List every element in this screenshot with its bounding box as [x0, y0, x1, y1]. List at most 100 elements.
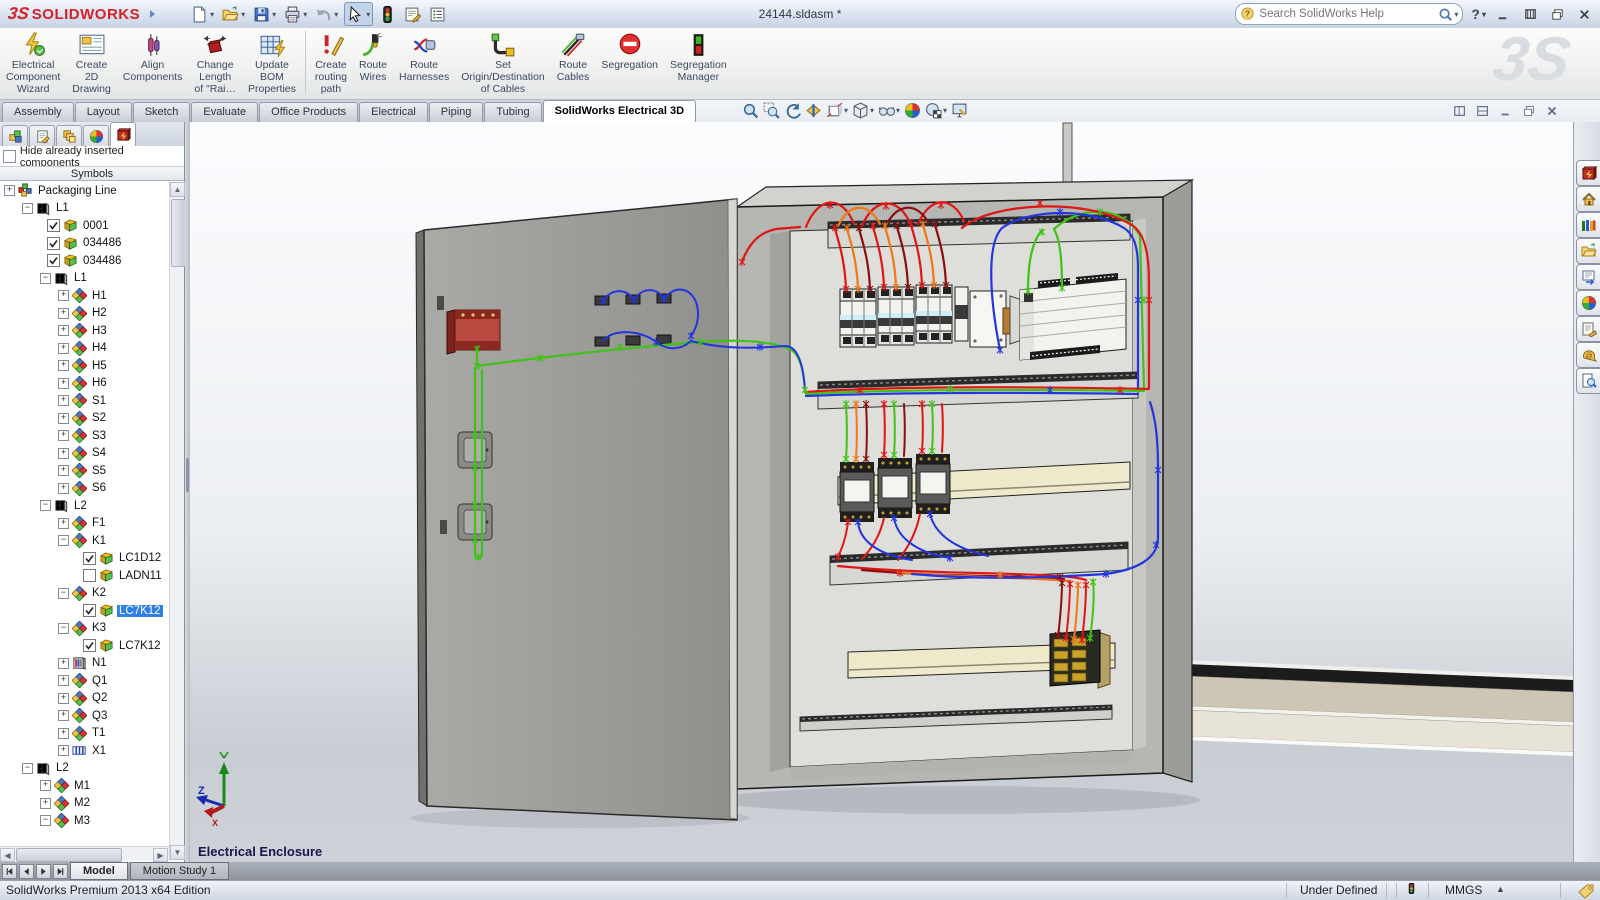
graphics-area[interactable]: Z X Electrical Enclosure — [190, 122, 1573, 862]
scroll-down-icon[interactable]: ▼ — [170, 845, 185, 860]
tree-item-label[interactable]: S5 — [90, 465, 108, 477]
tree-expand-icon[interactable]: + — [58, 465, 69, 476]
tree-row[interactable]: 034486 — [0, 235, 169, 253]
tree-checkbox[interactable] — [47, 254, 60, 267]
tree-row[interactable]: +X1 — [0, 742, 169, 760]
view-settings-button[interactable] — [951, 102, 968, 119]
tree-row[interactable]: +H4 — [0, 340, 169, 358]
search-dropdown-icon[interactable]: ▾ — [1454, 10, 1458, 19]
motor-contactors[interactable] — [840, 454, 950, 522]
tree-row[interactable]: + H1 — [0, 287, 169, 305]
apply-scene-dropdown-icon[interactable]: ▾ — [943, 106, 947, 115]
tree-row[interactable]: −L1 — [0, 200, 169, 218]
panel-tab-configurationmanager[interactable] — [56, 125, 82, 146]
tree-item-label[interactable]: L2 — [72, 500, 89, 512]
search-results-button[interactable] — [1576, 368, 1600, 394]
previous-view-button[interactable] — [784, 102, 801, 119]
set-origin-destination-of-cables-button[interactable]: Set Origin/Destination of Cables — [456, 31, 549, 96]
tree-item-label[interactable]: S2 — [90, 412, 108, 424]
units-selector[interactable]: MMGS — [1445, 883, 1482, 897]
select-button[interactable]: ▾ — [344, 2, 373, 26]
tree-row[interactable]: +Q2 — [0, 690, 169, 708]
tree-item-label[interactable]: S1 — [90, 395, 108, 407]
tree-item-label[interactable]: Packaging Line — [36, 185, 119, 197]
tree-collapse-icon[interactable]: − — [40, 273, 51, 284]
tree-item-label[interactable]: H1 — [90, 290, 109, 302]
pane-toggle-1-button[interactable] — [1450, 103, 1470, 119]
close-button[interactable] — [1574, 5, 1594, 23]
tree-row[interactable]: + Packaging Line — [0, 182, 169, 200]
tree-item-label[interactable]: K2 — [90, 587, 108, 599]
tab-solidworks-electrical-3d[interactable]: SolidWorks Electrical 3D — [543, 100, 696, 122]
tree-expand-icon[interactable]: + — [58, 710, 69, 721]
route-wires-button[interactable]: Route Wires — [354, 31, 392, 84]
tree-checkbox[interactable] — [47, 219, 60, 232]
tree-row[interactable]: + S5 — [0, 462, 169, 480]
tree-item-label[interactable]: S6 — [90, 482, 108, 494]
nav-last-button[interactable] — [53, 864, 68, 879]
print-dropdown-icon[interactable]: ▾ — [303, 10, 307, 19]
tree-horizontal-scrollbar[interactable]: ◀ ▶ — [0, 846, 169, 861]
horizontal-scroll-thumb[interactable] — [16, 848, 122, 862]
maximize-button[interactable] — [1520, 5, 1540, 23]
traffic-light-button[interactable] — [377, 3, 398, 25]
tree-row[interactable]: +M2 — [0, 795, 169, 813]
segregation-button[interactable]: Segregation — [596, 31, 663, 72]
minimize-button[interactable] — [1493, 5, 1513, 23]
save-button[interactable]: ▾ — [251, 3, 278, 25]
tree-row[interactable]: +T1 — [0, 725, 169, 743]
tree-item-label[interactable]: M3 — [72, 815, 92, 827]
tree-collapse-icon[interactable]: − — [40, 500, 51, 511]
tree-row[interactable]: − M3 — [0, 812, 169, 830]
tree-expand-icon[interactable]: + — [58, 693, 69, 704]
apply-scene-button[interactable]: ▾ — [925, 102, 947, 119]
tree-item-label[interactable]: Q1 — [90, 675, 109, 687]
search-input[interactable] — [1255, 8, 1438, 20]
save-dropdown-icon[interactable]: ▾ — [272, 10, 276, 19]
tree-row[interactable]: +H5 — [0, 357, 169, 375]
tree-expand-icon[interactable]: + — [4, 185, 15, 196]
nav-previous-button[interactable] — [19, 864, 34, 879]
tree-expand-icon[interactable]: + — [58, 675, 69, 686]
tree-collapse-icon[interactable]: − — [40, 815, 51, 826]
tree-row[interactable]: + Q1 — [0, 672, 169, 690]
tree-collapse-icon[interactable]: − — [22, 763, 33, 774]
tab-piping[interactable]: Piping — [429, 102, 484, 122]
tree-checkbox[interactable] — [47, 237, 60, 250]
tree-checkbox[interactable] — [83, 552, 96, 565]
zoom-to-area-button[interactable] — [763, 102, 780, 119]
switch-windows-button[interactable] — [1547, 5, 1567, 23]
tree-expand-icon[interactable]: + — [58, 518, 69, 529]
tree-item-label[interactable]: 0001 — [81, 220, 111, 232]
tree-row[interactable]: +H2 — [0, 305, 169, 323]
doc-restore-button[interactable] — [1519, 103, 1539, 119]
zoom-to-fit-button[interactable] — [742, 102, 759, 119]
select-dropdown-icon[interactable]: ▾ — [366, 10, 370, 19]
nav-first-button[interactable] — [2, 864, 17, 879]
tree-item-label[interactable]: M2 — [72, 797, 92, 809]
tree-expand-icon[interactable]: + — [58, 325, 69, 336]
solidworks-resources-button[interactable] — [1576, 186, 1600, 212]
tree-item-label[interactable]: K1 — [90, 535, 108, 547]
tree-vertical-scrollbar[interactable]: ▲ ▼ — [169, 182, 184, 860]
tree-collapse-icon[interactable]: − — [58, 535, 69, 546]
tree-expand-icon[interactable]: + — [58, 448, 69, 459]
sheet-properties-button[interactable] — [402, 3, 423, 25]
panel-tab-electrical-manager[interactable] — [110, 122, 136, 146]
tree-row[interactable]: −L2 — [0, 760, 169, 778]
tree-item-label[interactable]: H4 — [90, 342, 109, 354]
new-document-button[interactable]: ▾ — [189, 3, 216, 25]
tab-office-products[interactable]: Office Products — [259, 102, 358, 122]
create-2d-drawing-button[interactable]: Create 2D Drawing — [67, 31, 116, 96]
route-cables-button[interactable]: Route Cables — [552, 31, 595, 84]
tree-checkbox[interactable] — [83, 639, 96, 652]
tree-collapse-icon[interactable]: − — [58, 623, 69, 634]
tree-item-label[interactable]: 034486 — [81, 237, 123, 249]
tree-row[interactable]: 034486 — [0, 252, 169, 270]
tree-expand-icon[interactable]: + — [58, 290, 69, 301]
view-orientation-button[interactable]: ▾ — [826, 102, 848, 119]
tree-expand-icon[interactable]: + — [58, 483, 69, 494]
update-bom-properties-button[interactable]: Update BOM Properties — [243, 31, 301, 96]
tab-tubing[interactable]: Tubing — [484, 102, 541, 122]
tree-item-label[interactable]: H5 — [90, 360, 109, 372]
